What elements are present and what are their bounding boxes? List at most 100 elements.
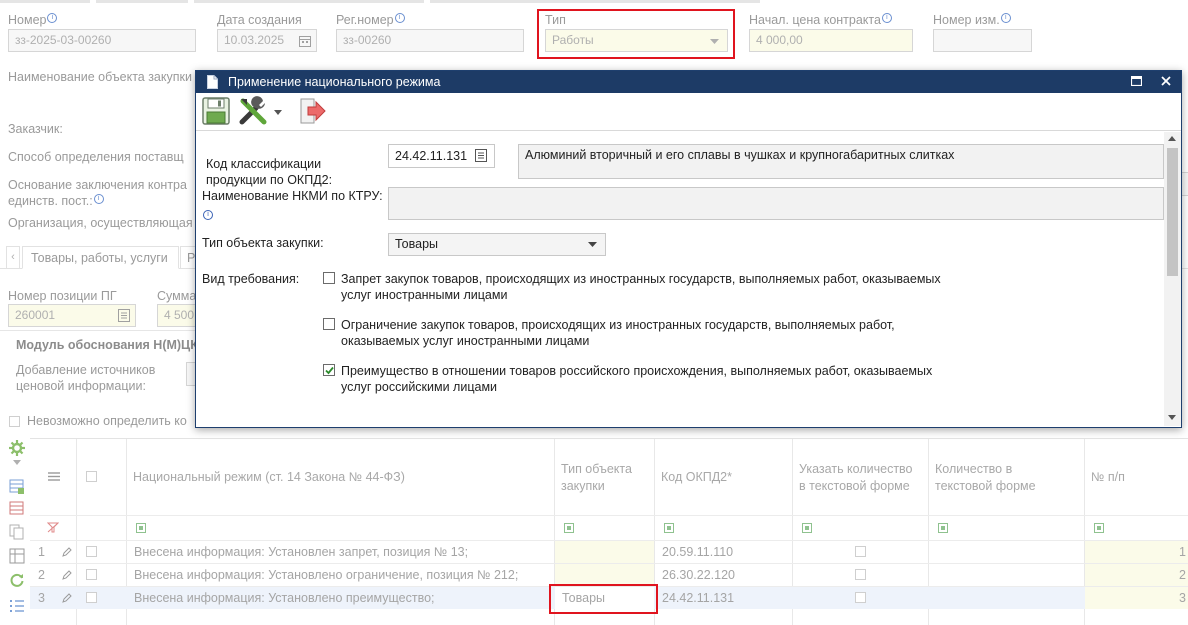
created-input[interactable]: 10.03.2025 bbox=[217, 29, 317, 52]
scroll-down-icon[interactable] bbox=[1168, 415, 1176, 420]
delete-row-icon[interactable] bbox=[9, 500, 25, 516]
clear-filter-icon[interactable] bbox=[47, 522, 59, 533]
table-row[interactable]: 1 Внесена информация: Установлен запрет,… bbox=[30, 540, 1188, 563]
close-icon[interactable] bbox=[1161, 76, 1171, 86]
row-checkbox[interactable] bbox=[86, 569, 97, 580]
info-icon: i bbox=[881, 13, 892, 23]
add-sources-label-line2: ценовой информации: bbox=[16, 379, 146, 393]
cell-regime: Внесена информация: Установлено ограниче… bbox=[134, 568, 519, 582]
info-icon: i bbox=[1000, 13, 1011, 23]
filter-regime[interactable] bbox=[136, 523, 146, 533]
info-icon: i bbox=[47, 13, 58, 23]
filter-qty[interactable] bbox=[938, 523, 948, 533]
okpd-description: Алюминий вторичный и его сплавы в чушках… bbox=[518, 144, 1164, 179]
calendar-icon[interactable] bbox=[299, 35, 311, 47]
gear-icon[interactable] bbox=[9, 440, 25, 456]
refresh-icon[interactable] bbox=[9, 572, 25, 588]
nkmi-label: Наименование НКМИ по КТРУ: i bbox=[202, 189, 383, 220]
tab-goods[interactable]: Товары, работы, услуги bbox=[22, 246, 179, 269]
object-name-label: Наименование объекта закупки bbox=[8, 70, 192, 84]
okpd-input[interactable]: 24.42.11.131 bbox=[388, 144, 495, 168]
restriction-checkbox[interactable] bbox=[323, 318, 335, 330]
table-row[interactable]: 2 Внесена информация: Установлено ограни… bbox=[30, 563, 1188, 586]
header-okpd[interactable]: Код ОКПД2* bbox=[661, 469, 732, 486]
add-row-icon[interactable] bbox=[9, 478, 25, 494]
nkmi-input[interactable] bbox=[388, 187, 1164, 220]
info-icon: i bbox=[203, 210, 213, 220]
sum-input[interactable]: 4 500 bbox=[157, 304, 197, 327]
advantage-option-label: Преимущество в отношении товаров российс… bbox=[341, 364, 933, 394]
regnum-input[interactable]: зз-00260 bbox=[336, 29, 524, 52]
basis-label: Основание заключения контра bbox=[8, 178, 187, 192]
header-num[interactable]: № п/п bbox=[1091, 469, 1125, 486]
table-icon[interactable] bbox=[9, 548, 25, 564]
scroll-thumb[interactable] bbox=[1167, 148, 1178, 276]
cell-obj-type[interactable] bbox=[555, 541, 654, 563]
row-checkbox[interactable] bbox=[86, 546, 97, 557]
pos-value: 260001 bbox=[15, 308, 56, 322]
cell-num: 2 bbox=[1085, 564, 1188, 586]
change-num-input[interactable] bbox=[933, 29, 1032, 52]
filter-qty-text[interactable] bbox=[802, 523, 812, 533]
exit-icon[interactable] bbox=[299, 97, 327, 125]
filter-obj-type[interactable] bbox=[564, 523, 574, 533]
number-input[interactable]: зз-2025-03-00260 bbox=[8, 29, 196, 52]
sum-label: Сумма bbox=[157, 289, 197, 303]
qty-text-checkbox[interactable] bbox=[855, 569, 866, 580]
ban-checkbox[interactable] bbox=[323, 272, 335, 284]
header-obj-type[interactable]: Тип объекта закупки bbox=[561, 461, 632, 495]
chevron-down-icon[interactable] bbox=[13, 460, 21, 465]
select-all-checkbox[interactable] bbox=[86, 471, 97, 482]
tab-scroll-left[interactable]: ‹ bbox=[6, 246, 20, 268]
list-icon[interactable] bbox=[475, 149, 487, 162]
chevron-down-icon bbox=[588, 242, 597, 247]
dialog-title-bar[interactable]: Применение национального режима bbox=[196, 71, 1181, 93]
chevron-down-icon[interactable] bbox=[274, 110, 282, 115]
tools-icon[interactable] bbox=[238, 96, 270, 126]
pos-input[interactable]: 260001 bbox=[8, 304, 136, 327]
filter-num[interactable] bbox=[1094, 523, 1104, 533]
save-icon[interactable] bbox=[202, 97, 230, 125]
row-checkbox[interactable] bbox=[86, 592, 97, 603]
cell-regime: Внесена информация: Установлен запрет, п… bbox=[134, 545, 469, 559]
edit-icon[interactable] bbox=[62, 593, 72, 603]
header-qty-text[interactable]: Указать количество в текстовой форме bbox=[799, 461, 913, 495]
obj-type-cell-highlight bbox=[549, 584, 658, 614]
start-price-input[interactable]: 4 000,00 bbox=[749, 29, 913, 52]
dialog-body: Код классификации продукции по ОКПД2: 24.… bbox=[196, 132, 1164, 426]
advantage-checkbox[interactable] bbox=[323, 364, 335, 376]
dialog-scrollbar[interactable] bbox=[1164, 132, 1181, 426]
menu-icon[interactable] bbox=[48, 472, 60, 481]
scroll-up-icon[interactable] bbox=[1168, 136, 1176, 141]
filter-okpd[interactable] bbox=[664, 523, 674, 533]
cell-obj-type[interactable] bbox=[555, 564, 654, 586]
req-label: Вид требования: bbox=[202, 272, 300, 286]
obj-type-select[interactable]: Товары bbox=[388, 233, 606, 256]
qty-text-checkbox[interactable] bbox=[855, 592, 866, 603]
module-title: Модуль обоснования Н(М)ЦК bbox=[16, 338, 198, 352]
header-qty[interactable]: Количество в текстовой форме bbox=[935, 461, 1036, 495]
cell-okpd: 20.59.11.110 bbox=[662, 545, 734, 559]
info-icon: i bbox=[394, 13, 405, 23]
numbered-list-icon[interactable] bbox=[9, 598, 25, 614]
impossible-checkbox[interactable] bbox=[9, 416, 20, 427]
restriction-option-label: Ограничение закупок товаров, происходящи… bbox=[341, 318, 895, 348]
row-index: 3 bbox=[38, 591, 45, 605]
copy-icon[interactable] bbox=[9, 524, 25, 540]
type-highlight bbox=[537, 9, 735, 59]
qty-text-checkbox[interactable] bbox=[855, 546, 866, 557]
okpd-value: 24.42.11.131 bbox=[395, 149, 468, 163]
maximize-icon[interactable] bbox=[1131, 76, 1142, 86]
module-divider bbox=[0, 330, 196, 331]
info-icon: i bbox=[93, 194, 104, 204]
regnum-label: Рег.номер i bbox=[336, 13, 405, 27]
row-index: 2 bbox=[38, 568, 45, 582]
okpd-label: Код классификации продукции по ОКПД2: bbox=[206, 157, 333, 187]
header-regime[interactable]: Национальный режим (ст. 14 Закона № 44-Ф… bbox=[133, 469, 405, 486]
right-edge-field bbox=[1181, 172, 1188, 196]
customer-label: Заказчик: bbox=[8, 122, 63, 136]
grid-side-toolbar bbox=[8, 440, 26, 625]
edit-icon[interactable] bbox=[62, 570, 72, 580]
list-icon[interactable] bbox=[118, 309, 130, 322]
edit-icon[interactable] bbox=[62, 547, 72, 557]
